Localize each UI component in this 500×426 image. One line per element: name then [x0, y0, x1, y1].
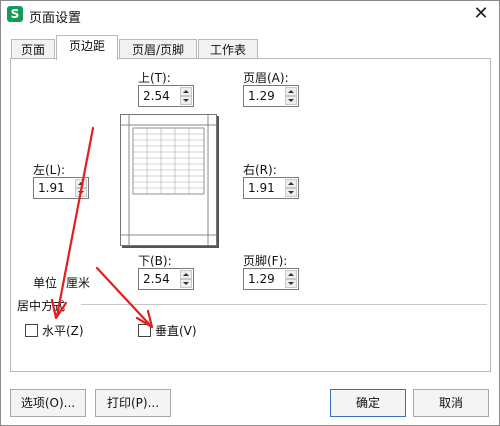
page-preview-graphic — [121, 115, 216, 245]
preview-table-grid — [132, 127, 205, 195]
top-margin-label: 上(T): — [138, 71, 171, 85]
dialog-title: 页面设置 — [29, 11, 82, 26]
horizontal-label[interactable]: 水平(Z) — [42, 322, 84, 339]
spin-down-icon[interactable] — [285, 96, 297, 105]
vertical-center-option[interactable]: 垂直(V) — [138, 322, 218, 338]
spin-up-icon[interactable] — [285, 87, 297, 96]
horizontal-checkbox[interactable] — [25, 324, 38, 337]
print-button[interactable]: 打印(P)... — [95, 389, 171, 417]
footer-margin-label: 页脚(F): — [243, 254, 288, 268]
vertical-label[interactable]: 垂直(V) — [155, 322, 197, 339]
ok-button[interactable]: 确定 — [330, 389, 406, 417]
page-preview — [120, 114, 217, 246]
options-button[interactable]: 选项(O)... — [10, 389, 86, 417]
spin-up-icon[interactable] — [180, 270, 192, 279]
spin-down-icon[interactable] — [180, 96, 192, 105]
left-margin-spinner[interactable]: 1.91 — [33, 177, 89, 199]
left-margin-spin-buttons — [75, 179, 87, 197]
spin-up-icon[interactable] — [180, 87, 192, 96]
left-margin-label: 左(L): — [33, 163, 66, 177]
right-margin-value[interactable]: 1.91 — [248, 181, 275, 195]
right-margin-spin-buttons — [285, 179, 297, 197]
bottom-margin-spin-buttons — [180, 270, 192, 288]
right-margin-spinner[interactable]: 1.91 — [243, 177, 299, 199]
header-margin-label: 页眉(A): — [243, 71, 289, 85]
center-section-label: 居中方式 — [17, 299, 66, 313]
tab-page[interactable]: 页面 — [11, 39, 55, 59]
footer-margin-spinner[interactable]: 1.29 — [243, 268, 299, 290]
left-margin-value[interactable]: 1.91 — [38, 181, 65, 195]
tab-header-footer[interactable]: 页眉/页脚 — [119, 39, 197, 59]
footer-margin-spin-buttons — [285, 270, 297, 288]
bottom-margin-value[interactable]: 2.54 — [143, 272, 170, 286]
page-setup-dialog: S 页面设置 ✕ 页面 页边距 页眉/页脚 工作表 上(T): 2.54 页眉(… — [0, 0, 500, 426]
top-margin-value[interactable]: 2.54 — [143, 89, 170, 103]
cancel-button[interactable]: 取消 — [413, 389, 489, 417]
tab-margins[interactable]: 页边距 — [56, 35, 118, 60]
app-logo-icon: S — [7, 6, 23, 22]
header-margin-spinner[interactable]: 1.29 — [243, 85, 299, 107]
bottom-margin-spinner[interactable]: 2.54 — [138, 268, 194, 290]
unit-value: 厘米 — [66, 276, 91, 290]
close-button[interactable]: ✕ — [469, 3, 493, 25]
right-margin-label: 右(R): — [243, 163, 277, 177]
vertical-checkbox[interactable] — [138, 324, 151, 337]
top-margin-spin-buttons — [180, 87, 192, 105]
header-margin-spin-buttons — [285, 87, 297, 105]
horizontal-center-option[interactable]: 水平(Z) — [25, 322, 105, 338]
footer-margin-value[interactable]: 1.29 — [248, 272, 275, 286]
title-bar: S 页面设置 ✕ — [1, 1, 499, 29]
bottom-margin-label: 下(B): — [138, 254, 172, 268]
tab-worksheet[interactable]: 工作表 — [198, 39, 258, 59]
spin-up-icon[interactable] — [75, 179, 87, 188]
top-margin-spinner[interactable]: 2.54 — [138, 85, 194, 107]
header-margin-value[interactable]: 1.29 — [248, 89, 275, 103]
margins-panel: 上(T): 2.54 页眉(A): 1.29 左(L): 1.91 右(R): … — [10, 58, 491, 372]
unit-label: 单位 — [33, 276, 58, 290]
center-section-divider — [81, 304, 487, 305]
spin-up-icon[interactable] — [285, 270, 297, 279]
spin-down-icon[interactable] — [180, 279, 192, 288]
spin-up-icon[interactable] — [285, 179, 297, 188]
spin-down-icon[interactable] — [285, 188, 297, 197]
spin-down-icon[interactable] — [75, 188, 87, 197]
spin-down-icon[interactable] — [285, 279, 297, 288]
